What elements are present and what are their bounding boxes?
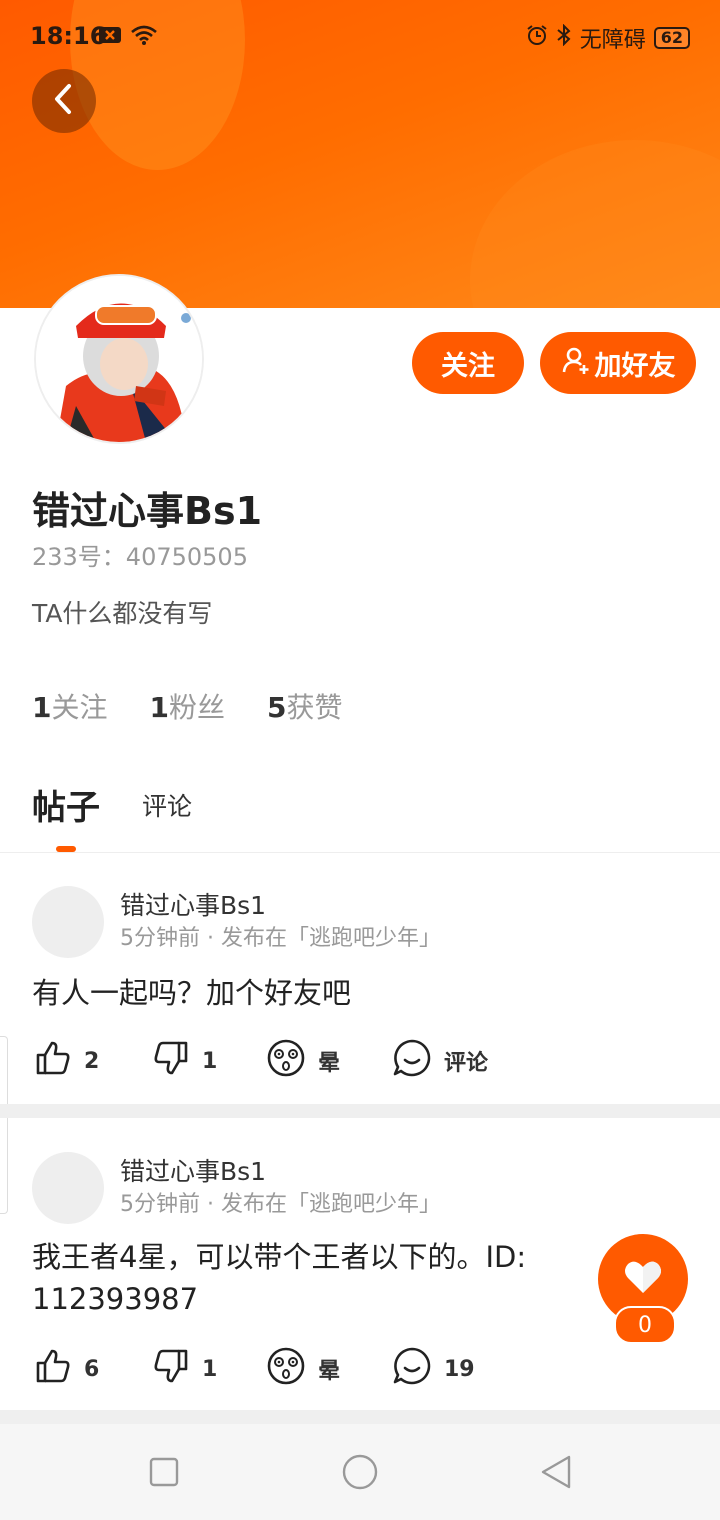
stat-following[interactable]: 1关注: [32, 686, 108, 726]
notification-x-icon: [98, 25, 122, 49]
home-button[interactable]: [340, 1454, 380, 1494]
chevron-left-icon: [49, 82, 79, 120]
battery-level: 62: [653, 27, 690, 49]
comment-icon: [392, 1038, 432, 1084]
profile-id: 233号：40750505: [32, 543, 248, 571]
accessibility-text: 无障碍: [579, 28, 646, 53]
banner-decoration: [470, 140, 720, 308]
add-friend-button[interactable]: 加好友: [540, 332, 696, 394]
thumbs-up-icon: [34, 1347, 72, 1391]
nav-back-button[interactable]: [536, 1454, 576, 1494]
profile-stats: 1关注 1粉丝 5获赞: [32, 686, 343, 726]
follow-button[interactable]: 关注: [412, 332, 524, 394]
home-icon: [341, 1453, 379, 1495]
comment-button[interactable]: 评论: [392, 1038, 488, 1084]
comment-icon: [392, 1346, 432, 1392]
post-content: 我王者4星，可以带个王者以下的。ID: 112393987: [32, 1240, 527, 1316]
profile-username: 错过心事Bs1: [32, 489, 263, 533]
dizzy-button[interactable]: 晕: [266, 1038, 392, 1084]
post-meta: 5分钟前 · 发布在「逃跑吧少年」: [120, 926, 441, 951]
post-meta: 5分钟前 · 发布在「逃跑吧少年」: [120, 1192, 441, 1217]
status-bar: 18:16 无障碍 62: [0, 0, 720, 74]
dizzy-button[interactable]: 晕: [266, 1346, 392, 1392]
avatar[interactable]: [32, 886, 104, 958]
back-button[interactable]: [32, 69, 96, 133]
back-triangle-icon: [539, 1454, 573, 1494]
stat-followers[interactable]: 1粉丝: [150, 686, 226, 726]
tab-posts[interactable]: 帖子: [32, 780, 100, 829]
stat-likes: 5获赞: [267, 691, 343, 724]
avatar[interactable]: [32, 1152, 104, 1224]
alarm-icon: [526, 24, 548, 52]
system-nav-bar: [0, 1424, 720, 1520]
post-separator: [0, 1410, 720, 1424]
content-tabs: 帖子 评论: [32, 780, 192, 829]
recent-apps-icon: [148, 1456, 180, 1492]
like-count-badge: 0: [614, 1306, 676, 1344]
dislike-button[interactable]: 1: [152, 1039, 266, 1083]
post-author[interactable]: 错过心事Bs1: [120, 886, 266, 922]
add-friend-label: 加好友: [594, 350, 676, 382]
tab-comments[interactable]: 评论: [142, 787, 192, 829]
dizzy-face-icon: [266, 1346, 306, 1392]
profile-avatar[interactable]: [36, 276, 202, 442]
post-actions: 2 1 晕 评论: [34, 1038, 488, 1084]
thumbs-down-icon: [152, 1347, 190, 1391]
heart-icon: [623, 1259, 663, 1299]
post-author[interactable]: 错过心事Bs1: [120, 1152, 266, 1188]
post-card[interactable]: 错过心事Bs1 5分钟前 · 发布在「逃跑吧少年」 有人一起吗？加个好友吧 2 …: [0, 866, 720, 1106]
divider: [0, 852, 720, 853]
recent-apps-button[interactable]: [144, 1454, 184, 1494]
wifi-icon: [130, 24, 158, 50]
add-user-icon: [561, 345, 591, 382]
avatar-illustration: [36, 276, 202, 442]
comment-button[interactable]: 19: [392, 1346, 475, 1392]
like-button[interactable]: 2: [34, 1039, 152, 1083]
profile-bio: TA什么都没有写: [32, 599, 213, 628]
post-content: 有人一起吗？加个好友吧: [32, 976, 352, 1010]
post-separator: [0, 1104, 720, 1118]
thumbs-up-icon: [34, 1039, 72, 1083]
dizzy-face-icon: [266, 1038, 306, 1084]
thumbs-down-icon: [152, 1039, 190, 1083]
dislike-button[interactable]: 1: [152, 1347, 266, 1391]
bluetooth-icon: [556, 23, 572, 52]
status-time: 18:16: [30, 22, 107, 50]
post-actions: 6 1 晕 19: [34, 1346, 475, 1392]
like-button[interactable]: 6: [34, 1347, 152, 1391]
